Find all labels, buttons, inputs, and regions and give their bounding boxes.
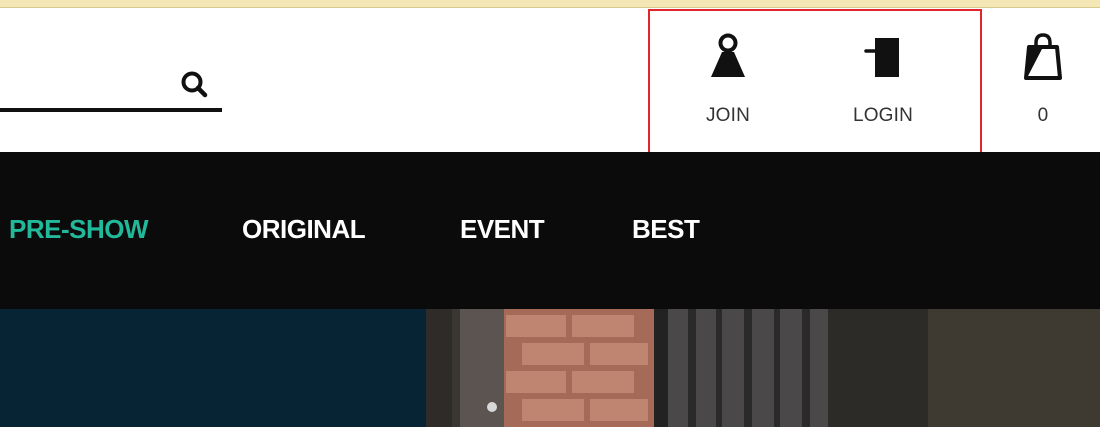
login-button[interactable]: LOGIN bbox=[838, 30, 928, 140]
nav-item-original[interactable]: ORIGINAL bbox=[242, 214, 366, 245]
site-header: JOIN LOGIN 0 bbox=[0, 8, 1100, 152]
nav-item-pre-show[interactable]: PRE-SHOW bbox=[9, 214, 149, 245]
hero-image bbox=[426, 309, 1100, 427]
hero-dark-panel bbox=[0, 309, 426, 427]
join-button[interactable]: JOIN bbox=[683, 30, 773, 140]
search-icon bbox=[181, 71, 208, 98]
nav-item-best[interactable]: BEST bbox=[632, 214, 700, 245]
cart-button[interactable]: 0 bbox=[998, 30, 1088, 140]
top-promo-banner bbox=[0, 0, 1100, 8]
login-icon bbox=[864, 38, 899, 77]
login-label: LOGIN bbox=[852, 105, 914, 126]
nav-item-event[interactable]: EVENT bbox=[460, 214, 545, 245]
main-navigation: PRE-SHOW ORIGINAL EVENT BEST bbox=[0, 152, 1100, 309]
user-icon bbox=[711, 33, 745, 77]
cart-count: 0 bbox=[1037, 105, 1049, 126]
search-bar bbox=[0, 58, 222, 118]
shopping-bag-icon bbox=[1024, 33, 1062, 80]
search-button[interactable] bbox=[174, 64, 214, 104]
hero-banner[interactable] bbox=[0, 309, 1100, 427]
join-label: JOIN bbox=[705, 105, 751, 126]
